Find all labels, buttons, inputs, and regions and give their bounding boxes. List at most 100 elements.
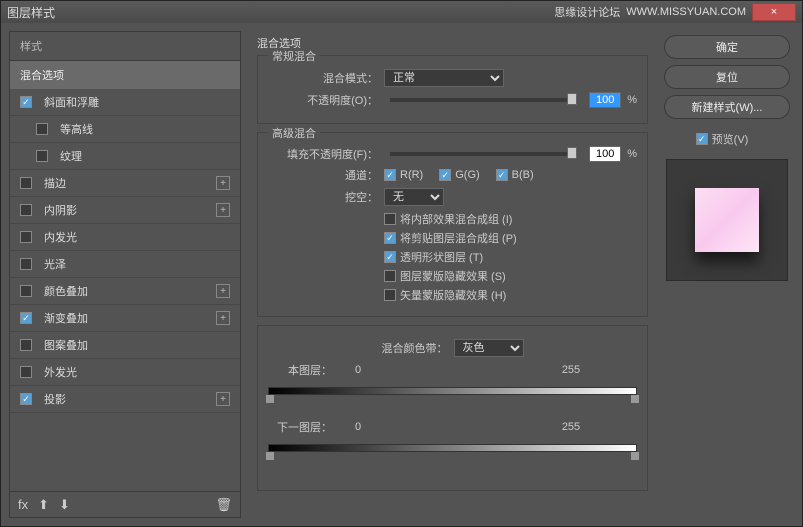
style-label: 等高线 bbox=[54, 121, 230, 137]
style-item[interactable]: 颜色叠加 + bbox=[10, 278, 240, 305]
style-label: 光泽 bbox=[38, 256, 230, 272]
style-checkbox[interactable] bbox=[20, 258, 32, 270]
adv-option[interactable]: 矢量蒙版隐藏效果 (H) bbox=[384, 287, 506, 303]
blend-mode-label: 混合模式： bbox=[268, 70, 378, 86]
add-effect-icon[interactable]: + bbox=[216, 203, 230, 217]
style-label: 投影 bbox=[38, 391, 210, 407]
fill-opacity-slider[interactable] bbox=[390, 152, 577, 156]
add-effect-icon[interactable]: + bbox=[216, 284, 230, 298]
style-label: 渐变叠加 bbox=[38, 310, 210, 326]
close-button[interactable]: × bbox=[752, 3, 796, 21]
style-label: 描边 bbox=[38, 175, 210, 191]
general-blending-group: 常规混合 混合模式： 正常 不透明度(O)： % bbox=[257, 55, 648, 124]
style-checkbox[interactable] bbox=[36, 150, 48, 162]
action-panel: 确定 复位 新建样式(W)... 预览(V) bbox=[664, 31, 794, 518]
style-label: 斜面和浮雕 bbox=[38, 94, 230, 110]
adv-option[interactable]: 图层蒙版隐藏效果 (S) bbox=[384, 268, 506, 284]
channels-label: 通道： bbox=[268, 167, 378, 183]
style-checkbox[interactable] bbox=[20, 204, 32, 216]
channel-r[interactable]: R(R) bbox=[384, 169, 423, 181]
under-layer-label: 下一图层： bbox=[268, 419, 332, 435]
style-item[interactable]: 描边 + bbox=[10, 170, 240, 197]
style-checkbox[interactable] bbox=[36, 123, 48, 135]
style-checkbox[interactable] bbox=[20, 231, 32, 243]
preview-box bbox=[666, 159, 788, 281]
style-checkbox[interactable] bbox=[20, 366, 32, 378]
adv-option[interactable]: 透明形状图层 (T) bbox=[384, 249, 483, 265]
style-checkbox[interactable] bbox=[20, 96, 32, 108]
style-item[interactable]: 光泽 bbox=[10, 251, 240, 278]
reset-button[interactable]: 复位 bbox=[664, 65, 790, 89]
fx-icon[interactable]: fx bbox=[18, 497, 28, 512]
site-url: WWW.MISSYUAN.COM bbox=[626, 6, 746, 18]
styles-header: 样式 bbox=[10, 32, 240, 61]
layer-style-dialog: 图层样式 思缘设计论坛 WWW.MISSYUAN.COM × 样式 混合选项 斜… bbox=[0, 0, 803, 527]
opacity-input[interactable] bbox=[589, 92, 621, 108]
style-label: 外发光 bbox=[38, 364, 230, 380]
style-checkbox[interactable] bbox=[20, 312, 32, 324]
blend-mode-select[interactable]: 正常 bbox=[384, 69, 504, 87]
style-checkbox[interactable] bbox=[20, 177, 32, 189]
knockout-select[interactable]: 无 bbox=[384, 188, 444, 206]
style-label: 纹理 bbox=[54, 148, 230, 164]
arrow-up-icon[interactable]: ⬆ bbox=[38, 497, 49, 513]
fill-opacity-label: 填充不透明度(F)： bbox=[268, 146, 378, 162]
under-lo: 0 bbox=[338, 421, 378, 433]
options-panel: 混合选项 常规混合 混合模式： 正常 不透明度(O)： % 高级混合 填充不透明… bbox=[249, 31, 656, 518]
style-item[interactable]: 图案叠加 bbox=[10, 332, 240, 359]
style-item[interactable]: 投影 + bbox=[10, 386, 240, 413]
site-name: 思缘设计论坛 bbox=[554, 4, 620, 20]
window-title: 图层样式 bbox=[7, 4, 55, 21]
advanced-blending-group: 高级混合 填充不透明度(F)： % 通道： R(R) G(G) B(B) 挖空：… bbox=[257, 132, 648, 317]
style-checkbox[interactable] bbox=[20, 339, 32, 351]
blend-if-group: 混合颜色带： 灰色 本图层： 0 255 下一图层： 0 255 bbox=[257, 325, 648, 491]
style-label: 内阴影 bbox=[38, 202, 210, 218]
arrow-down-icon[interactable]: ⬇ bbox=[59, 497, 70, 513]
add-effect-icon[interactable]: + bbox=[216, 392, 230, 406]
knockout-label: 挖空： bbox=[268, 189, 378, 205]
styles-panel: 样式 混合选项 斜面和浮雕等高线纹理描边 + 内阴影 + 内发光光泽颜色叠加 + 渐变叠加 +… bbox=[9, 31, 241, 518]
under-hi: 255 bbox=[551, 421, 591, 433]
preview-checkbox[interactable]: 预览(V) bbox=[696, 131, 749, 147]
general-legend: 常规混合 bbox=[268, 48, 320, 64]
style-checkbox[interactable] bbox=[20, 393, 32, 405]
opacity-slider[interactable] bbox=[390, 98, 577, 102]
trash-icon[interactable]: 🗑 bbox=[215, 497, 232, 513]
opacity-label: 不透明度(O)： bbox=[268, 92, 378, 108]
style-item[interactable]: 渐变叠加 + bbox=[10, 305, 240, 332]
add-effect-icon[interactable]: + bbox=[216, 176, 230, 190]
style-item[interactable]: 外发光 bbox=[10, 359, 240, 386]
styles-footer: fx ⬆ ⬇ 🗑 bbox=[10, 491, 240, 517]
blend-if-select[interactable]: 灰色 bbox=[454, 339, 524, 357]
style-item[interactable]: 等高线 bbox=[10, 116, 240, 143]
titlebar: 图层样式 思缘设计论坛 WWW.MISSYUAN.COM × bbox=[1, 1, 802, 23]
this-lo: 0 bbox=[338, 364, 378, 376]
channel-b[interactable]: B(B) bbox=[496, 169, 534, 181]
this-layer-slider[interactable] bbox=[268, 383, 637, 411]
watermark: 思缘设计论坛 WWW.MISSYUAN.COM × bbox=[554, 3, 796, 21]
style-item[interactable]: 内发光 bbox=[10, 224, 240, 251]
channel-g[interactable]: G(G) bbox=[439, 169, 479, 181]
advanced-legend: 高级混合 bbox=[268, 125, 320, 141]
style-label: 图案叠加 bbox=[38, 337, 230, 353]
under-layer-slider[interactable] bbox=[268, 440, 637, 468]
ok-button[interactable]: 确定 bbox=[664, 35, 790, 59]
style-item[interactable]: 内阴影 + bbox=[10, 197, 240, 224]
adv-option[interactable]: 将内部效果混合成组 (I) bbox=[384, 211, 512, 227]
style-label: 内发光 bbox=[38, 229, 230, 245]
add-effect-icon[interactable]: + bbox=[216, 311, 230, 325]
fill-pct: % bbox=[627, 148, 637, 160]
style-label: 颜色叠加 bbox=[38, 283, 210, 299]
new-style-button[interactable]: 新建样式(W)... bbox=[664, 95, 790, 119]
opacity-pct: % bbox=[627, 94, 637, 106]
fill-opacity-input[interactable] bbox=[589, 146, 621, 162]
this-layer-label: 本图层： bbox=[268, 362, 332, 378]
style-checkbox[interactable] bbox=[20, 285, 32, 297]
blending-options-item[interactable]: 混合选项 bbox=[10, 61, 240, 89]
style-item[interactable]: 斜面和浮雕 bbox=[10, 89, 240, 116]
blend-if-label: 混合颜色带： bbox=[382, 340, 448, 356]
style-item[interactable]: 纹理 bbox=[10, 143, 240, 170]
adv-option[interactable]: 将剪贴图层混合成组 (P) bbox=[384, 230, 517, 246]
preview-swatch bbox=[695, 188, 759, 252]
this-hi: 255 bbox=[551, 364, 591, 376]
